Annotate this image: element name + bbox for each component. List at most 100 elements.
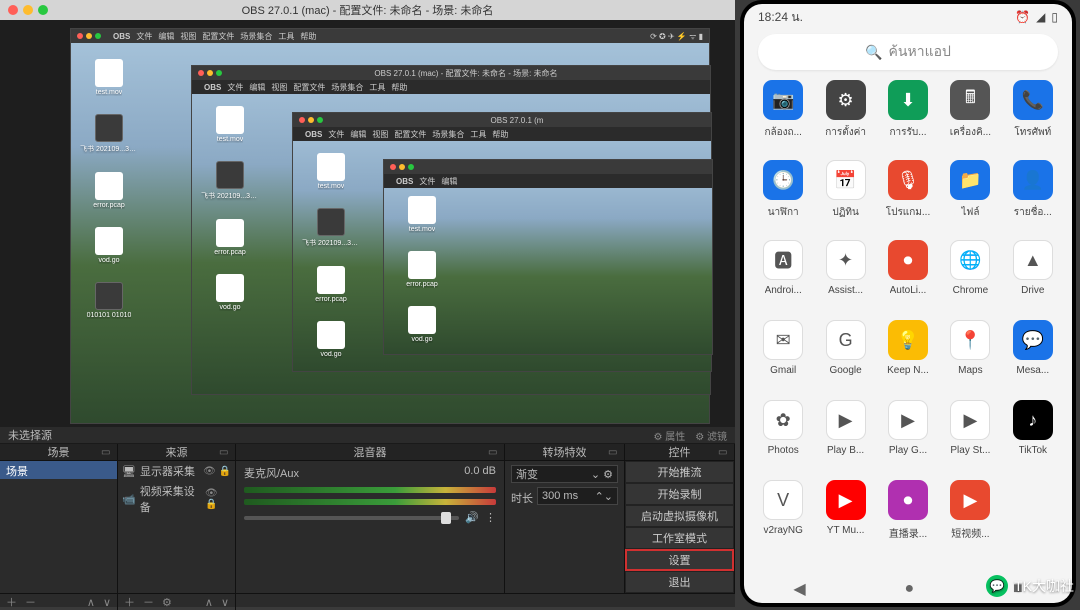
preview-canvas[interactable]: OBS 文件编辑视图 配置文件场景集合工具帮助 ⟳ ✪ ✈ ⚡ ᯤ ▮ test… bbox=[0, 20, 735, 427]
app-icon: 💡 bbox=[888, 320, 928, 360]
app-AutoLi...[interactable]: ⏺AutoLi... bbox=[877, 240, 939, 318]
app-Drive[interactable]: ▲ Drive bbox=[1002, 240, 1064, 318]
sources-list[interactable]: 🖥 显示器采集👁 🔒 📹 视频采集设备👁 🔒 bbox=[118, 461, 236, 593]
status-bar: 18:24 น. ⏰ ◢ ▯ bbox=[744, 4, 1072, 30]
app-icon: ⏺ bbox=[888, 480, 928, 520]
app-grid[interactable]: 📷กล้องถ...⚙การตั้งค่า⬇การรับ...🖩เครื่องค… bbox=[744, 80, 1072, 575]
app-รายชื่อ...[interactable]: 👤รายชื่อ... bbox=[1002, 160, 1064, 238]
app-Play B...[interactable]: ▶Play B... bbox=[814, 400, 876, 478]
app-Chrome[interactable]: 🌐Chrome bbox=[939, 240, 1001, 318]
transition-select[interactable]: 渐变⌄ ⚙ bbox=[511, 465, 618, 483]
app-label: v2rayNG bbox=[763, 525, 802, 536]
filters-btn[interactable]: ⚙ 滤镜 bbox=[695, 428, 727, 443]
app-v2rayNG[interactable]: Vv2rayNG bbox=[752, 480, 814, 558]
app-นาฬิกา[interactable]: 🕒นาฬิกา bbox=[752, 160, 814, 238]
app-label: การรับ... bbox=[889, 125, 926, 140]
control-设置[interactable]: 设置 bbox=[625, 549, 734, 571]
visibility-toggle[interactable]: 👁 🔒 bbox=[203, 466, 231, 477]
source-item[interactable]: 🖥 显示器采集👁 🔒 bbox=[118, 461, 235, 481]
app-icon: 🌐 bbox=[950, 240, 990, 280]
app-直播录...[interactable]: ⏺直播录... bbox=[877, 480, 939, 558]
alarm-icon: ⏰ bbox=[1015, 10, 1030, 24]
app-เครื่องคิ...[interactable]: 🖩เครื่องคิ... bbox=[939, 80, 1001, 158]
phone-frame: 18:24 น. ⏰ ◢ ▯ 🔍 ค้นหาแอป 📷กล้องถ...⚙การ… bbox=[740, 0, 1076, 607]
app-YT Mu...[interactable]: ▶YT Mu... bbox=[814, 480, 876, 558]
speaker-icon[interactable]: 🔊 bbox=[465, 511, 479, 524]
popout-icon[interactable]: ▭ bbox=[101, 447, 113, 459]
visibility-toggle[interactable]: 👁 🔒 bbox=[205, 488, 231, 510]
app-label: Gmail bbox=[770, 365, 796, 376]
app-icon: 🎙 bbox=[888, 160, 928, 200]
app-กล้องถ...[interactable]: 📷กล้องถ... bbox=[752, 80, 814, 158]
app-Google[interactable]: G Google bbox=[814, 320, 876, 398]
app-ปฏิทิน[interactable]: 📅ปฏิทิน bbox=[814, 160, 876, 238]
obs-window: OBS 27.0.1 (mac) - 配置文件: 未命名 - 场景: 未命名 O… bbox=[0, 0, 735, 607]
popout-icon[interactable]: ▭ bbox=[718, 447, 730, 459]
app-label: กล้องถ... bbox=[764, 125, 801, 140]
properties-btn[interactable]: ⚙ 属性 bbox=[654, 428, 686, 443]
app-search[interactable]: 🔍 ค้นหาแอป bbox=[758, 34, 1058, 70]
controls-panel: 开始推流开始录制启动虚拟摄像机工作室模式设置退出 bbox=[625, 461, 735, 593]
app-Assist...[interactable]: ✦Assist... bbox=[814, 240, 876, 318]
app-การตั้งค่า[interactable]: ⚙การตั้งค่า bbox=[814, 80, 876, 158]
app-icon: 📞 bbox=[1013, 80, 1053, 120]
signal-icon: ◢ bbox=[1036, 10, 1045, 24]
app-Mesa...[interactable]: 💬Mesa... bbox=[1002, 320, 1064, 398]
app-icon: ▶ bbox=[826, 480, 866, 520]
popout-icon[interactable]: ▭ bbox=[219, 447, 231, 459]
app-การรับ...[interactable]: ⬇การรับ... bbox=[877, 80, 939, 158]
app-TikTok[interactable]: ♪TikTok bbox=[1002, 400, 1064, 478]
app-Maps[interactable]: 📍 Maps bbox=[939, 320, 1001, 398]
control-开始录制[interactable]: 开始录制 bbox=[625, 483, 734, 505]
obs-titlebar: OBS 27.0.1 (mac) - 配置文件: 未命名 - 场景: 未命名 bbox=[0, 0, 735, 20]
app-label: TikTok bbox=[1019, 445, 1048, 456]
app-label: ปฏิทิน bbox=[832, 205, 859, 220]
scenes-list[interactable]: 场景 bbox=[0, 461, 118, 593]
app-โทรศัพท์[interactable]: 📞โทรศัพท์ bbox=[1002, 80, 1064, 158]
add-scene-btn[interactable]: ＋ bbox=[6, 594, 17, 610]
panel-head-sources: 来源▭ bbox=[118, 444, 236, 460]
app-icon: 👤 bbox=[1013, 160, 1053, 200]
capture-level-2: OBS 27.0.1 (m OBS文件编辑视图配置文件场景集合工具帮助 test… bbox=[292, 112, 712, 372]
add-source-btn[interactable]: ＋ bbox=[124, 594, 135, 610]
app-Keep N...[interactable]: 💡Keep N... bbox=[877, 320, 939, 398]
app-icon: G bbox=[826, 320, 866, 360]
popout-icon[interactable]: ▭ bbox=[488, 447, 500, 459]
app-label: Maps bbox=[958, 365, 982, 376]
source-item[interactable]: 📹 视频采集设备👁 🔒 bbox=[118, 481, 235, 517]
app-icon: 💬 bbox=[1013, 320, 1053, 360]
mixer-settings-icon[interactable]: ⋮ bbox=[485, 511, 496, 524]
app-icon: ▶ bbox=[826, 400, 866, 440]
control-开始推流[interactable]: 开始推流 bbox=[625, 461, 734, 483]
duration-input[interactable]: 300 ms⌃⌄ bbox=[537, 487, 618, 505]
app-Photos[interactable]: ✿Photos bbox=[752, 400, 814, 478]
capture-level-0: OBS 文件编辑视图 配置文件场景集合工具帮助 ⟳ ✪ ✈ ⚡ ᯤ ▮ test… bbox=[70, 28, 710, 424]
remove-source-btn[interactable]: － bbox=[143, 594, 154, 610]
app-โปรแกม...[interactable]: 🎙โปรแกม... bbox=[877, 160, 939, 238]
app-label: Androi... bbox=[765, 285, 802, 296]
nav-back[interactable]: ◀ bbox=[793, 579, 805, 599]
capture-level-1: OBS 27.0.1 (mac) - 配置文件: 未命名 - 场景: 未命名 O… bbox=[191, 65, 711, 395]
scene-item[interactable]: 场景 bbox=[0, 461, 117, 479]
app-label: เครื่องคิ... bbox=[950, 125, 991, 140]
app-icon: 📁 bbox=[950, 160, 990, 200]
app-Play G...[interactable]: ▶Play G... bbox=[877, 400, 939, 478]
app-label: Drive bbox=[1021, 285, 1044, 296]
nav-home[interactable]: ● bbox=[904, 580, 914, 598]
app-ไฟล์[interactable]: 📁ไฟล์ bbox=[939, 160, 1001, 238]
app-短视频...[interactable]: ▶短视频... bbox=[939, 480, 1001, 558]
app-Gmail[interactable]: ✉Gmail bbox=[752, 320, 814, 398]
remove-scene-btn[interactable]: － bbox=[25, 594, 36, 610]
volume-slider[interactable] bbox=[244, 516, 459, 520]
app-icon: 📍 bbox=[950, 320, 990, 360]
control-退出[interactable]: 退出 bbox=[625, 571, 734, 593]
app-icon: ▲ bbox=[1013, 240, 1053, 280]
traffic-lights[interactable] bbox=[8, 5, 48, 15]
app-Androi...[interactable]: 🅰Androi... bbox=[752, 240, 814, 318]
app-label: Google bbox=[829, 365, 861, 376]
app-Play St...[interactable]: ▶Play St... bbox=[939, 400, 1001, 478]
control-启动虚拟摄像机[interactable]: 启动虚拟摄像机 bbox=[625, 505, 734, 527]
control-工作室模式[interactable]: 工作室模式 bbox=[625, 527, 734, 549]
app-icon: 🕒 bbox=[763, 160, 803, 200]
popout-icon[interactable]: ▭ bbox=[608, 447, 620, 459]
